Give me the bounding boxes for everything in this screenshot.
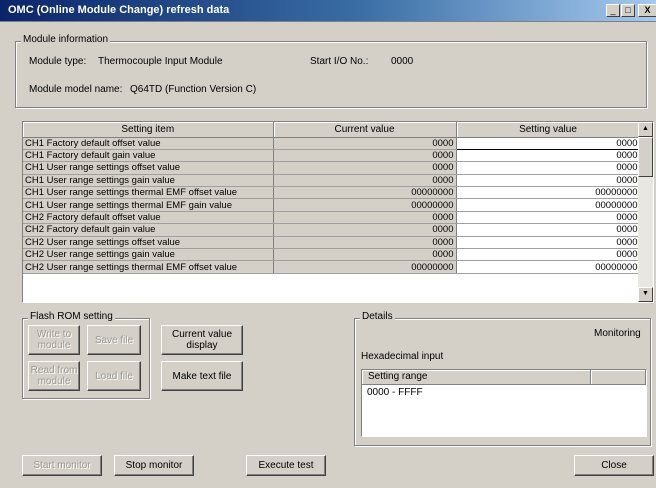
scrollbar-thumb[interactable] xyxy=(638,137,653,177)
setting-item-cell: CH2 User range settings offset value xyxy=(23,236,274,250)
table-row: CH1 Factory default gain value 0000 0000 xyxy=(23,149,641,163)
setting-item-cell: CH1 Factory default offset value xyxy=(23,137,274,150)
setting-value-input[interactable]: 0000 xyxy=(456,211,641,225)
table-row: CH1 User range settings thermal EMF gain… xyxy=(23,198,641,212)
column-header-setting-value[interactable]: Setting value xyxy=(456,122,641,138)
column-header-setting-item[interactable]: Setting item xyxy=(23,122,274,138)
setting-item-cell: CH2 User range settings thermal EMF offs… xyxy=(23,260,274,274)
restore-button[interactable]: □ xyxy=(621,4,635,17)
table-row: CH2 Factory default offset value 0000 0000 xyxy=(23,211,641,225)
scroll-up-arrow-icon[interactable]: ▲ xyxy=(638,122,653,137)
setting-item-cell: CH1 User range settings offset value xyxy=(23,161,274,175)
window-title: OMC (Online Module Change) refresh data xyxy=(8,4,230,16)
setting-item-cell: CH1 User range settings thermal EMF gain… xyxy=(23,198,274,212)
table-row: CH2 User range settings offset value 0000… xyxy=(23,236,641,250)
current-value-cell: 00000000 xyxy=(273,198,457,212)
setting-range-value: 0000 - FFFF xyxy=(367,387,423,398)
module-type-value: Thermocouple Input Module xyxy=(98,56,223,67)
start-io-value: 0000 xyxy=(391,56,414,67)
flash-rom-setting-legend: Flash ROM setting xyxy=(28,311,115,322)
setting-item-cell: CH1 User range settings gain value xyxy=(23,174,274,188)
column-header-current-value[interactable]: Current value xyxy=(273,122,457,138)
setting-value-input[interactable]: 0000 xyxy=(456,161,641,175)
table-row: CH1 Factory default offset value 0000 0000 xyxy=(23,136,641,150)
setting-range-empty-column-header[interactable] xyxy=(591,370,646,385)
setting-value-input[interactable]: 00000000 xyxy=(456,186,641,200)
current-value-cell: 0000 xyxy=(273,223,457,237)
title-bar: OMC (Online Module Change) refresh data … xyxy=(0,0,656,22)
refresh-data-table: Setting item Current value Setting value… xyxy=(22,121,654,303)
load-file-button[interactable]: Load file xyxy=(87,361,141,391)
start-monitor-button[interactable]: Start monitor xyxy=(22,455,102,476)
table-row: CH1 User range settings gain value 0000 00… xyxy=(23,174,641,188)
setting-value-input[interactable]: 0000 xyxy=(456,174,641,188)
current-value-cell: 0000 xyxy=(273,248,457,262)
current-value-cell: 0000 xyxy=(273,161,457,175)
table-row: CH2 Factory default gain value 0000 0000 xyxy=(23,223,641,237)
execute-test-button[interactable]: Execute test xyxy=(246,455,326,476)
setting-value-input[interactable]: 00000000 xyxy=(456,198,641,212)
setting-item-cell: CH1 Factory default gain value xyxy=(23,149,274,163)
input-mode-label: Hexadecimal input xyxy=(361,351,444,362)
module-type-label: Module type: xyxy=(29,56,87,67)
table-row: CH2 User range settings thermal EMF offs… xyxy=(23,260,641,274)
current-value-cell: 00000000 xyxy=(273,186,457,200)
module-model-value: Q64TD (Function Version C) xyxy=(130,84,257,95)
current-value-cell: 0000 xyxy=(273,174,457,188)
start-io-label: Start I/O No.: xyxy=(310,56,369,67)
setting-item-cell: CH2 Factory default gain value xyxy=(23,223,274,237)
write-to-module-button[interactable]: Write to module xyxy=(28,325,80,355)
table-row: CH1 User range settings offset value 0000… xyxy=(23,161,641,175)
save-file-button[interactable]: Save file xyxy=(87,325,141,355)
make-text-file-button[interactable]: Make text file xyxy=(161,361,243,391)
setting-value-input[interactable]: 0000 xyxy=(456,236,641,250)
monitoring-status: Monitoring xyxy=(594,328,641,339)
table-vertical-scrollbar[interactable]: ▲ ▼ xyxy=(638,122,653,302)
minimize-button[interactable]: _ xyxy=(606,4,620,17)
module-information-group xyxy=(15,41,647,108)
setting-range-list[interactable]: Setting range 0000 - FFFF xyxy=(361,369,647,437)
scroll-down-arrow-icon[interactable]: ▼ xyxy=(638,287,653,302)
current-value-display-button[interactable]: Current value display xyxy=(161,325,243,355)
details-legend: Details xyxy=(360,311,395,322)
setting-range-header: Setting range xyxy=(362,370,646,385)
table-row: CH1 User range settings thermal EMF offs… xyxy=(23,186,641,200)
setting-value-input[interactable]: 00000000 xyxy=(456,260,641,274)
setting-value-input[interactable]: 0000 xyxy=(455,136,641,150)
close-window-button[interactable]: X xyxy=(638,4,656,17)
module-model-label: Module model name: xyxy=(29,84,123,95)
current-value-cell: 0000 xyxy=(273,236,457,250)
setting-item-cell: CH2 User range settings gain value xyxy=(23,248,274,262)
table-header-row: Setting item Current value Setting value xyxy=(23,122,641,138)
module-information-legend: Module information xyxy=(21,34,111,45)
setting-value-input[interactable]: 0000 xyxy=(456,223,641,237)
close-button[interactable]: Close xyxy=(574,455,654,476)
setting-range-column-header[interactable]: Setting range xyxy=(362,370,591,385)
read-from-module-button[interactable]: Read from module xyxy=(28,361,80,391)
setting-value-input[interactable]: 0000 xyxy=(456,248,641,262)
table-row: CH2 User range settings gain value 0000 00… xyxy=(23,248,641,262)
setting-item-cell: CH2 Factory default offset value xyxy=(23,211,274,225)
current-value-cell: 0000 xyxy=(273,137,457,150)
setting-value-input[interactable]: 0000 xyxy=(456,149,641,163)
current-value-cell: 00000000 xyxy=(273,260,457,274)
current-value-cell: 0000 xyxy=(273,211,457,225)
setting-item-cell: CH1 User range settings thermal EMF offs… xyxy=(23,186,274,200)
stop-monitor-button[interactable]: Stop monitor xyxy=(114,455,194,476)
current-value-cell: 0000 xyxy=(273,149,457,163)
